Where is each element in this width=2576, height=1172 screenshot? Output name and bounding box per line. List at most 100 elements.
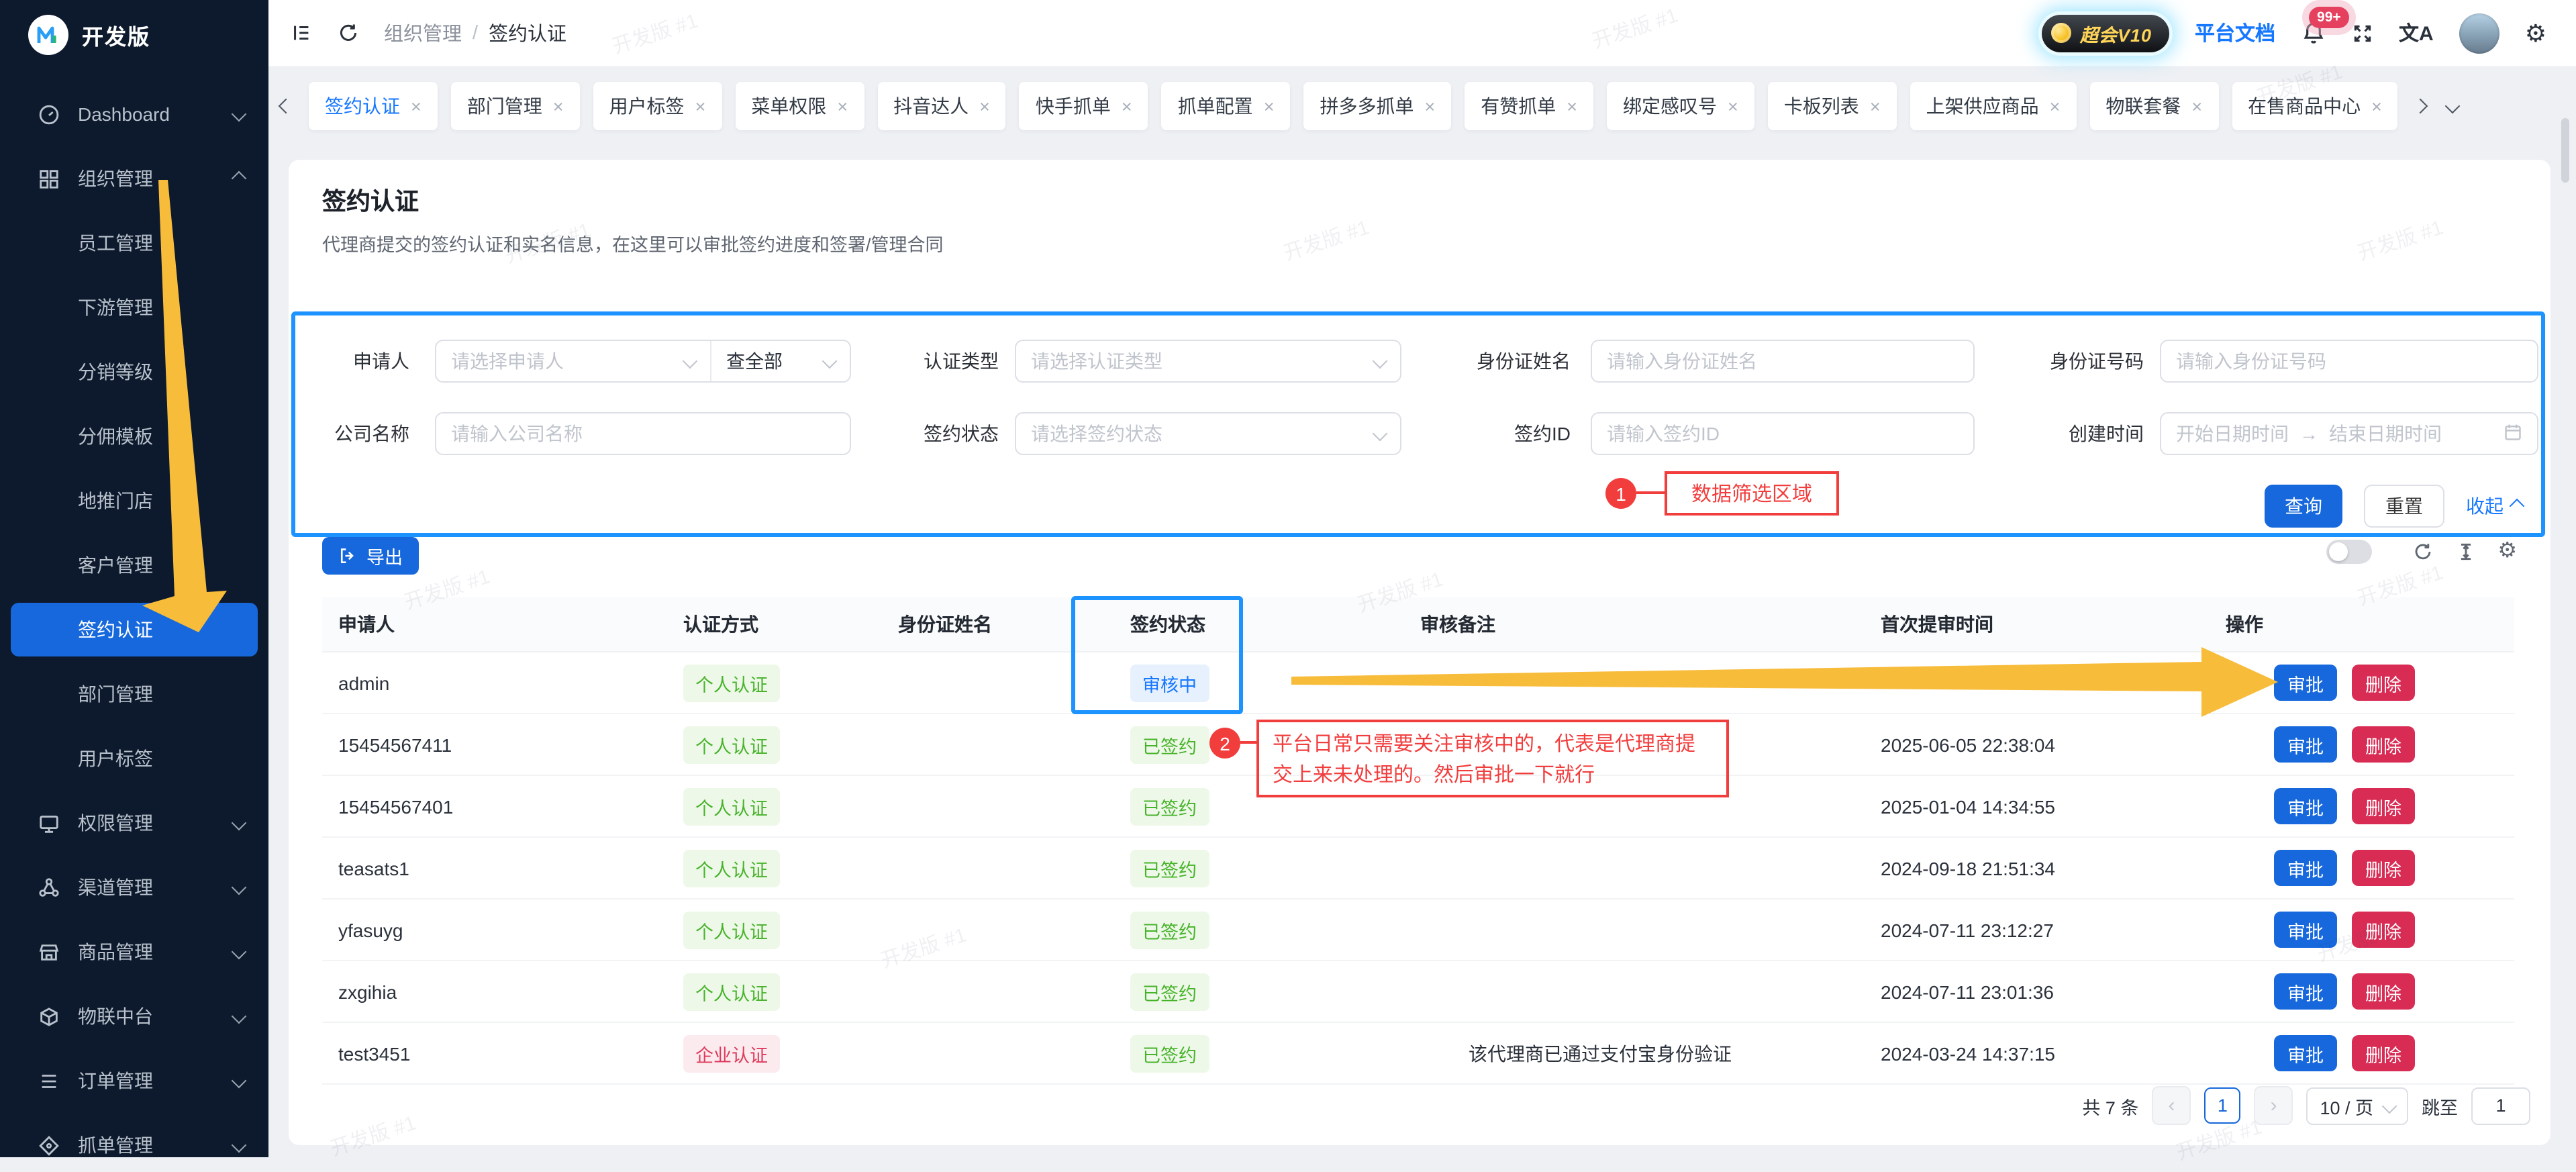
sidebar-item-org[interactable]: 组织管理 — [0, 152, 268, 205]
close-icon[interactable]: × — [553, 96, 564, 116]
delete-button[interactable]: 删除 — [2352, 850, 2415, 886]
sidebar-item-downstream[interactable]: 下游管理 — [0, 281, 268, 334]
close-icon[interactable]: × — [837, 96, 848, 116]
delete-button[interactable]: 删除 — [2352, 973, 2415, 1010]
close-icon[interactable]: × — [1264, 96, 1275, 116]
sign-id-input[interactable] — [1591, 412, 1975, 455]
avatar[interactable] — [2459, 13, 2499, 53]
next-page-button[interactable]: › — [2254, 1086, 2293, 1125]
sidebar-item-product[interactable]: 商品管理 — [0, 925, 268, 979]
sidebar-item-order[interactable]: 订单管理 — [0, 1054, 268, 1108]
sign-status-select[interactable]: 请选择签约状态 — [1015, 412, 1401, 455]
delete-button[interactable]: 删除 — [2352, 788, 2415, 824]
auth-type-select[interactable]: 请选择认证类型 — [1015, 340, 1401, 383]
table-refresh-icon[interactable] — [2412, 541, 2433, 563]
approve-button[interactable]: 审批 — [2274, 973, 2337, 1010]
sidebar-item-user-tag[interactable]: 用户标签 — [0, 732, 268, 785]
sidebar-item-customer[interactable]: 客户管理 — [0, 538, 268, 592]
tab-sign-auth[interactable]: 签约认证× — [309, 82, 438, 130]
id-number-input[interactable] — [2160, 340, 2538, 383]
close-icon[interactable]: × — [1122, 96, 1132, 116]
sidebar-item-department[interactable]: 部门管理 — [0, 667, 268, 721]
close-icon[interactable]: × — [2371, 96, 2382, 116]
close-icon[interactable]: × — [695, 96, 706, 116]
sidebar-item-capture[interactable]: 抓单管理 — [0, 1118, 268, 1172]
close-icon[interactable]: × — [1424, 96, 1435, 116]
cell-id-name — [882, 714, 1114, 775]
tabs-dropdown[interactable] — [2444, 101, 2463, 111]
company-input[interactable] — [435, 412, 851, 455]
tab-kuaishou[interactable]: 快手抓单× — [1020, 82, 1148, 130]
collapse-filters-link[interactable]: 收起 — [2466, 493, 2522, 520]
tab-card-list[interactable]: 卡板列表× — [1768, 82, 1897, 130]
approve-button[interactable]: 审批 — [2274, 788, 2337, 824]
sidebar-item-dashboard[interactable]: Dashboard — [0, 87, 268, 141]
toggle-switch[interactable] — [2326, 540, 2371, 564]
approve-button[interactable]: 审批 — [2274, 912, 2337, 948]
date-range-picker[interactable]: 开始日期时间 → 结束日期时间 — [2160, 412, 2538, 455]
close-icon[interactable]: × — [979, 96, 990, 116]
breadcrumb-section[interactable]: 组织管理 — [384, 19, 462, 47]
reset-button[interactable]: 重置 — [2364, 485, 2444, 528]
close-icon[interactable]: × — [2191, 96, 2202, 116]
sidebar-item-employee[interactable]: 员工管理 — [0, 216, 268, 270]
platform-docs-link[interactable]: 平台文档 — [2195, 19, 2275, 47]
tabs-scroll-right[interactable] — [2412, 101, 2430, 111]
sidebar-item-sign-auth-active[interactable]: 签约认证 — [11, 603, 258, 656]
tab-douyin[interactable]: 抖音达人× — [877, 82, 1006, 130]
tab-supply-goods[interactable]: 上架供应商品× — [1910, 82, 2077, 130]
sidebar-item-iot[interactable]: 物联中台 — [0, 989, 268, 1043]
translate-icon[interactable]: 文A — [2399, 19, 2434, 47]
tab-iot-plan[interactable]: 物联套餐× — [2089, 82, 2218, 130]
delete-button[interactable]: 删除 — [2352, 912, 2415, 948]
menu-fold-icon[interactable] — [290, 21, 313, 44]
sidebar-item-channel[interactable]: 渠道管理 — [0, 861, 268, 914]
sidebar-item-permission[interactable]: 权限管理 — [0, 796, 268, 850]
vip-badge[interactable]: 超会V10 — [2042, 14, 2169, 52]
approve-button[interactable]: 审批 — [2274, 850, 2337, 886]
approve-button[interactable]: 审批 — [2274, 665, 2337, 701]
tab-goods-center[interactable]: 在售商品中心× — [2232, 82, 2398, 130]
fullscreen-icon[interactable] — [2352, 22, 2373, 44]
page-size-select[interactable]: 10 / 页 — [2306, 1087, 2408, 1124]
notifications-button[interactable]: 99+ — [2301, 20, 2326, 46]
tab-department[interactable]: 部门管理× — [451, 82, 580, 130]
scrollbar[interactable] — [2561, 118, 2569, 183]
close-icon[interactable]: × — [1870, 96, 1881, 116]
logo[interactable]: 开发版 — [0, 0, 268, 68]
delete-button[interactable]: 删除 — [2352, 726, 2415, 763]
sidebar-item-commission-template[interactable]: 分佣模板 — [0, 409, 268, 463]
applicant-select[interactable]: 请选择申请人 — [436, 341, 711, 381]
id-name-input[interactable] — [1591, 340, 1975, 383]
applicant-scope-select[interactable]: 查全部 — [711, 341, 850, 381]
approve-button[interactable]: 审批 — [2274, 726, 2337, 763]
export-button[interactable]: 导出 — [322, 537, 419, 575]
tab-user-tag[interactable]: 用户标签× — [593, 82, 722, 130]
close-icon[interactable]: × — [411, 96, 422, 116]
tab-youzan[interactable]: 有赞抓单× — [1465, 82, 1593, 130]
row-height-icon[interactable] — [2455, 541, 2476, 563]
close-icon[interactable]: × — [2050, 96, 2061, 116]
delete-button[interactable]: 删除 — [2352, 665, 2415, 701]
cell-time: 2025-01-04 14:34:55 — [1865, 775, 2210, 837]
sidebar-item-ground-store[interactable]: 地推门店 — [0, 474, 268, 528]
sidebar-item-distribution-level[interactable]: 分销等级 — [0, 345, 268, 399]
tab-bind[interactable]: 绑定感叹号× — [1607, 82, 1754, 130]
tab-menu-permission[interactable]: 菜单权限× — [735, 82, 864, 130]
close-icon[interactable]: × — [1567, 96, 1577, 116]
delete-button[interactable]: 删除 — [2352, 1035, 2415, 1071]
jump-page-input[interactable] — [2471, 1087, 2530, 1124]
table-settings-icon[interactable]: ⚙ — [2497, 541, 2517, 563]
close-icon[interactable]: × — [1728, 96, 1738, 116]
approve-button[interactable]: 审批 — [2274, 1035, 2337, 1071]
tab-capture-config[interactable]: 抓单配置× — [1162, 82, 1291, 130]
search-button[interactable]: 查询 — [2265, 485, 2342, 528]
chevron-up-icon — [232, 171, 247, 187]
refresh-icon[interactable] — [337, 21, 360, 44]
settings-gear-icon[interactable]: ⚙ — [2525, 21, 2546, 45]
prev-page-button[interactable]: ‹ — [2152, 1086, 2191, 1125]
cell-auth: 个人认证 — [667, 775, 882, 837]
tab-pdd[interactable]: 拼多多抓单× — [1303, 82, 1451, 130]
current-page-button[interactable]: 1 — [2204, 1087, 2240, 1124]
tabs-scroll-left[interactable] — [277, 101, 295, 111]
